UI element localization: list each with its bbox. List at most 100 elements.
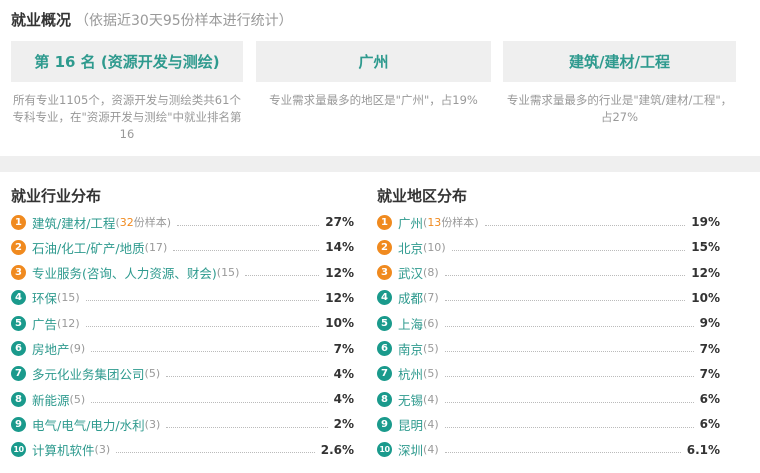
- region-list-item: 3 武汉 (8) 12%: [377, 263, 720, 283]
- leader-dots: [173, 249, 320, 251]
- industry-list-item: 2 石油/化工/矿产/地质 (17) 14%: [11, 237, 354, 257]
- rank-badge: 1: [377, 214, 392, 230]
- region-item-link[interactable]: 北京: [398, 238, 423, 257]
- region-item-link[interactable]: 无锡: [398, 390, 423, 409]
- sample-count-value: 5: [427, 367, 435, 381]
- overview-title: 就业概况: [11, 11, 72, 29]
- percentage: 7%: [699, 366, 720, 381]
- sample-count-value: 8: [427, 266, 435, 280]
- industry-item-link[interactable]: 房地产: [32, 339, 70, 358]
- industry-list-item: 7 多元化业务集团公司 (5) 4%: [11, 364, 354, 384]
- region-item-link[interactable]: 南京: [398, 339, 423, 358]
- industry-item-link[interactable]: 计算机软件: [32, 440, 95, 459]
- leader-dots: [116, 452, 315, 454]
- industry-list-item: 5 广告 (12) 10%: [11, 313, 354, 333]
- region-item-link[interactable]: 杭州: [398, 364, 423, 383]
- leader-dots: [444, 401, 694, 403]
- leader-dots: [177, 224, 320, 226]
- sample-count-value: 7: [427, 291, 435, 305]
- leader-dots: [245, 275, 320, 277]
- industry-title: 就业行业分布: [11, 187, 102, 205]
- percentage: 4%: [333, 366, 354, 381]
- percentage: 10%: [325, 316, 354, 331]
- percentage: 10%: [691, 290, 720, 305]
- leader-dots: [85, 325, 320, 327]
- industry-list-item: 6 房地产 (9) 7%: [11, 339, 354, 359]
- sample-count-value: 3: [98, 443, 106, 457]
- sample-count-value: 5: [148, 367, 156, 381]
- industry-item-link[interactable]: 建筑/建材/工程: [32, 213, 115, 232]
- top-region-card-label: 广州: [358, 53, 389, 71]
- region-list-item: 4 成都 (7) 10%: [377, 288, 720, 308]
- top-region-card: 广州: [256, 41, 491, 82]
- sample-count: (6): [423, 316, 439, 330]
- region-list-item: 1 广州 (13份样本) 19%: [377, 212, 720, 232]
- leader-dots: [91, 401, 328, 403]
- industry-item-link[interactable]: 电气/电气/电力/水利: [32, 415, 145, 434]
- overview-heading: 就业概况 （依据近30天95份样本进行统计）: [11, 9, 293, 30]
- percentage: 12%: [325, 290, 354, 305]
- region-item-link[interactable]: 深圳: [398, 440, 423, 459]
- region-list-item: 9 昆明 (4) 6%: [377, 414, 720, 434]
- industry-item-link[interactable]: 石油/化工/矿产/地质: [32, 238, 145, 257]
- rank-badge: 4: [377, 290, 392, 306]
- sample-count: (5): [423, 367, 439, 381]
- sample-count-value: 4: [427, 392, 435, 406]
- rank-badge: 7: [11, 366, 26, 382]
- sample-count: (7): [423, 291, 439, 305]
- leader-dots: [444, 376, 694, 378]
- region-item-link[interactable]: 武汉: [398, 263, 423, 282]
- percentage: 2.6%: [320, 442, 354, 457]
- leader-dots: [91, 351, 328, 352]
- sample-count: (10): [423, 240, 446, 254]
- region-item-link[interactable]: 广州: [398, 213, 423, 232]
- industry-list-item: 8 新能源 (5) 4%: [11, 389, 354, 409]
- sample-count-value: 12: [61, 316, 76, 330]
- region-list-item: 5 上海 (6) 9%: [377, 313, 720, 333]
- region-list-item: 8 无锡 (4) 6%: [377, 389, 720, 409]
- rank-badge: 9: [377, 416, 392, 432]
- rank-badge: 7: [377, 366, 392, 382]
- percentage: 6%: [699, 392, 720, 407]
- industry-item-link[interactable]: 新能源: [32, 390, 70, 409]
- rank-badge: 6: [377, 341, 392, 356]
- sample-count-value: 4: [427, 443, 435, 457]
- percentage: 12%: [691, 265, 720, 280]
- sample-count: (4): [423, 443, 439, 457]
- sample-count-value: 9: [73, 342, 81, 355]
- leader-dots: [444, 300, 686, 302]
- industry-list-item: 9 电气/电气/电力/水利 (3) 2%: [11, 414, 354, 434]
- region-item-link[interactable]: 上海: [398, 314, 423, 333]
- rank-badge: 1: [11, 214, 26, 230]
- top-industry-card: 建筑/建材/工程: [503, 41, 736, 82]
- industry-item-link[interactable]: 环保: [32, 288, 57, 307]
- sample-count: (4): [423, 392, 439, 406]
- industry-list-item: 4 环保 (15) 12%: [11, 288, 354, 308]
- region-item-link[interactable]: 成都: [398, 288, 423, 307]
- region-item-link[interactable]: 昆明: [398, 415, 423, 434]
- leader-dots: [444, 351, 694, 352]
- industry-item-link[interactable]: 多元化业务集团公司: [32, 364, 145, 383]
- sample-count: (3): [144, 417, 161, 431]
- industry-list-item: 3 专业服务(咨询、人力资源、财会) (15) 12%: [11, 263, 354, 283]
- sample-count: (17): [144, 240, 168, 254]
- region-list-item: 10 深圳 (4) 6.1%: [377, 440, 720, 460]
- sample-count: (15): [57, 291, 80, 305]
- industry-list-item: 1 建筑/建材/工程 (32份样本) 27%: [11, 212, 354, 232]
- sample-count-value: 17: [148, 240, 163, 254]
- rank-badge: 10: [11, 442, 26, 458]
- sample-count: (15): [216, 266, 240, 280]
- sample-count: (13份样本): [423, 216, 479, 229]
- industry-item-link[interactable]: 广告: [32, 314, 57, 333]
- percentage: 7%: [699, 341, 720, 356]
- percentage: 14%: [325, 240, 354, 255]
- ranking-card-label: 第 16 名 (资源开发与测绘): [34, 53, 220, 71]
- percentage: 27%: [325, 215, 354, 229]
- rank-badge: 2: [377, 239, 392, 255]
- industry-item-link[interactable]: 专业服务(咨询、人力资源、财会): [32, 263, 217, 282]
- sample-count: (8): [423, 266, 439, 280]
- sample-count-value: 6: [427, 316, 435, 330]
- sample-count-value: 10: [427, 240, 442, 254]
- sample-count: (4): [423, 417, 439, 431]
- top-region-card-desc: 专业需求量最多的地区是"广州"，占19%: [269, 93, 478, 107]
